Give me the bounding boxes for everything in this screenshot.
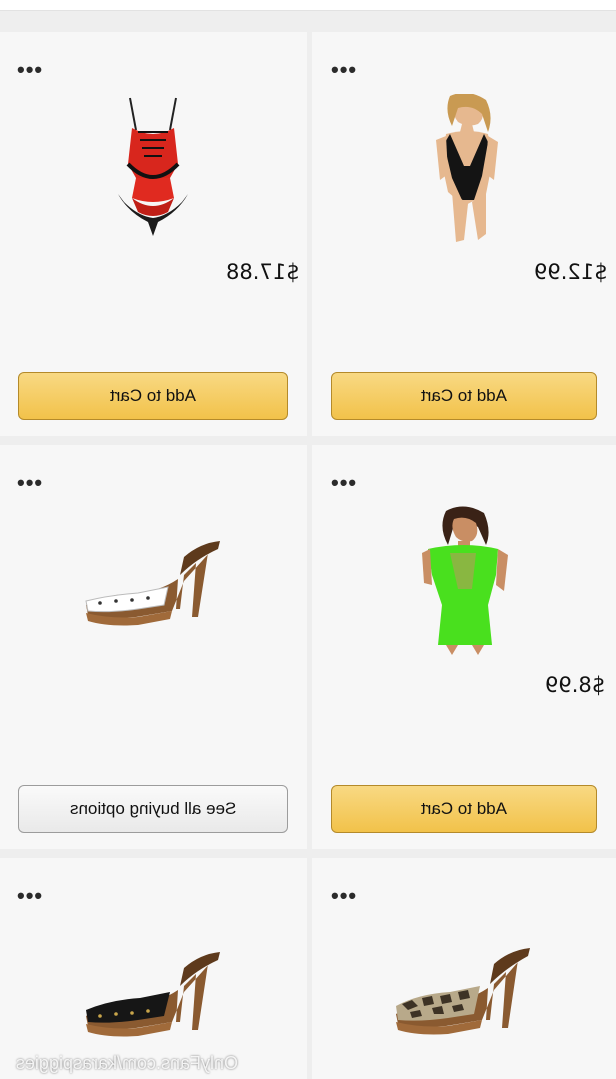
snakeskin-clog-heel-image[interactable] <box>388 944 538 1044</box>
black-clog-heel-image[interactable] <box>80 946 230 1046</box>
see-all-buying-options-button[interactable]: See all buying options <box>18 785 288 833</box>
product-card[interactable]: ••• $12.99 Add to Cart <box>312 32 616 436</box>
white-clog-heel-image[interactable] <box>80 535 230 635</box>
button-label: Add to Cart <box>421 799 507 818</box>
button-label: Add to Cart <box>110 386 196 405</box>
product-card[interactable]: ••• <box>312 858 616 1079</box>
ellipsis-icon[interactable]: ••• <box>331 472 357 494</box>
product-card[interactable]: ••• $17.88 Add to Cart <box>0 32 307 436</box>
product-price: $12.99 <box>534 260 608 284</box>
product-price: $17.88 <box>226 260 300 284</box>
top-bar <box>0 0 616 11</box>
product-price: $8.99 <box>545 673 606 697</box>
product-card[interactable]: ••• $8.99 Add to Cart <box>312 445 616 849</box>
product-card[interactable]: ••• See all buying options <box>0 445 307 849</box>
ellipsis-icon[interactable]: ••• <box>331 59 357 81</box>
red-lace-teddy-image[interactable] <box>108 94 198 244</box>
watermark-text: OnlyFans.com/karaspiggies <box>15 1053 238 1073</box>
button-label: Add to Cart <box>421 386 507 405</box>
add-to-cart-button[interactable]: Add to Cart <box>18 372 288 420</box>
add-to-cart-button[interactable]: Add to Cart <box>331 785 597 833</box>
ellipsis-icon[interactable]: ••• <box>17 59 43 81</box>
button-label: See all buying options <box>69 799 237 818</box>
ellipsis-icon[interactable]: ••• <box>17 885 43 907</box>
black-lace-bodysuit-image[interactable] <box>424 94 510 244</box>
ellipsis-icon[interactable]: ••• <box>331 885 357 907</box>
product-grid: ••• $17.88 Add to Cart ••• $12.99 Add to… <box>0 0 616 1079</box>
green-fishnet-dress-image[interactable] <box>418 505 510 655</box>
add-to-cart-button[interactable]: Add to Cart <box>331 372 597 420</box>
ellipsis-icon[interactable]: ••• <box>17 472 43 494</box>
product-card[interactable]: ••• <box>0 858 307 1079</box>
